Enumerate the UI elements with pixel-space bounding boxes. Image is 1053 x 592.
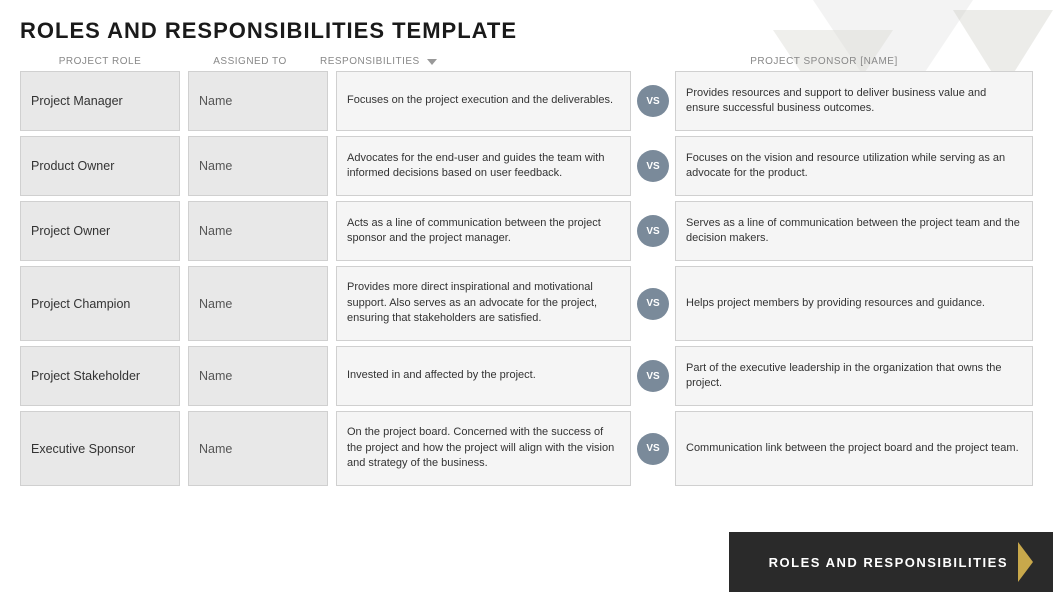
- column-headers: PROJECT ROLE ASSIGNED TO RESPONSIBILITIE…: [0, 52, 1053, 71]
- vs-badge: VS: [637, 215, 669, 247]
- page-container: ROLES AND RESPONSIBILITIES TEMPLATE PROJ…: [0, 0, 1053, 592]
- role-cell: Project Manager: [20, 71, 180, 131]
- responsibilities-cell: On the project board. Concerned with the…: [336, 411, 631, 486]
- table-row: Project Stakeholder Name Invested in and…: [20, 346, 1033, 406]
- col-header-role: PROJECT ROLE: [20, 56, 180, 67]
- sort-arrow-icon[interactable]: [427, 59, 437, 65]
- assigned-cell[interactable]: Name: [188, 136, 328, 196]
- role-cell: Project Owner: [20, 201, 180, 261]
- assigned-cell[interactable]: Name: [188, 71, 328, 131]
- col-header-assigned: ASSIGNED TO: [180, 56, 320, 67]
- assigned-cell[interactable]: Name: [188, 411, 328, 486]
- responsibilities-cell: Focuses on the project execution and the…: [336, 71, 631, 131]
- header-section: ROLES AND RESPONSIBILITIES TEMPLATE: [0, 0, 1053, 52]
- sponsor-cell: Helps project members by providing resou…: [675, 266, 1033, 341]
- footer: ROLES AND RESPONSIBILITIES: [729, 532, 1053, 592]
- role-cell: Product Owner: [20, 136, 180, 196]
- col-header-sponsor: PROJECT SPONSOR [NAME]: [615, 56, 1033, 67]
- vs-badge: VS: [637, 360, 669, 392]
- vs-badge: VS: [637, 150, 669, 182]
- table-row: Project Champion Name Provides more dire…: [20, 266, 1033, 341]
- assigned-cell[interactable]: Name: [188, 346, 328, 406]
- table-row: Product Owner Name Advocates for the end…: [20, 136, 1033, 196]
- footer-label: ROLES AND RESPONSIBILITIES: [769, 555, 1008, 570]
- role-cell: Executive Sponsor: [20, 411, 180, 486]
- sponsor-cell: Provides resources and support to delive…: [675, 71, 1033, 131]
- role-cell: Project Champion: [20, 266, 180, 341]
- table-row: Executive Sponsor Name On the project bo…: [20, 411, 1033, 486]
- sponsor-cell: Focuses on the vision and resource utili…: [675, 136, 1033, 196]
- responsibilities-cell: Advocates for the end-user and guides th…: [336, 136, 631, 196]
- table-row: Project Owner Name Acts as a line of com…: [20, 201, 1033, 261]
- assigned-cell[interactable]: Name: [188, 266, 328, 341]
- footer-chevron-icon: [1018, 542, 1033, 582]
- responsibilities-cell: Acts as a line of communication between …: [336, 201, 631, 261]
- vs-badge: VS: [637, 433, 669, 465]
- page-title: ROLES AND RESPONSIBILITIES TEMPLATE: [20, 18, 1033, 44]
- sponsor-cell: Serves as a line of communication betwee…: [675, 201, 1033, 261]
- sponsor-cell: Communication link between the project b…: [675, 411, 1033, 486]
- sponsor-cell: Part of the executive leadership in the …: [675, 346, 1033, 406]
- assigned-cell[interactable]: Name: [188, 201, 328, 261]
- vs-badge: VS: [637, 288, 669, 320]
- role-cell: Project Stakeholder: [20, 346, 180, 406]
- col-header-responsibilities: RESPONSIBILITIES: [320, 56, 615, 67]
- responsibilities-cell: Invested in and affected by the project.: [336, 346, 631, 406]
- table-row: Project Manager Name Focuses on the proj…: [20, 71, 1033, 131]
- responsibilities-cell: Provides more direct inspirational and m…: [336, 266, 631, 341]
- table-body: Project Manager Name Focuses on the proj…: [0, 71, 1053, 486]
- vs-badge: VS: [637, 85, 669, 117]
